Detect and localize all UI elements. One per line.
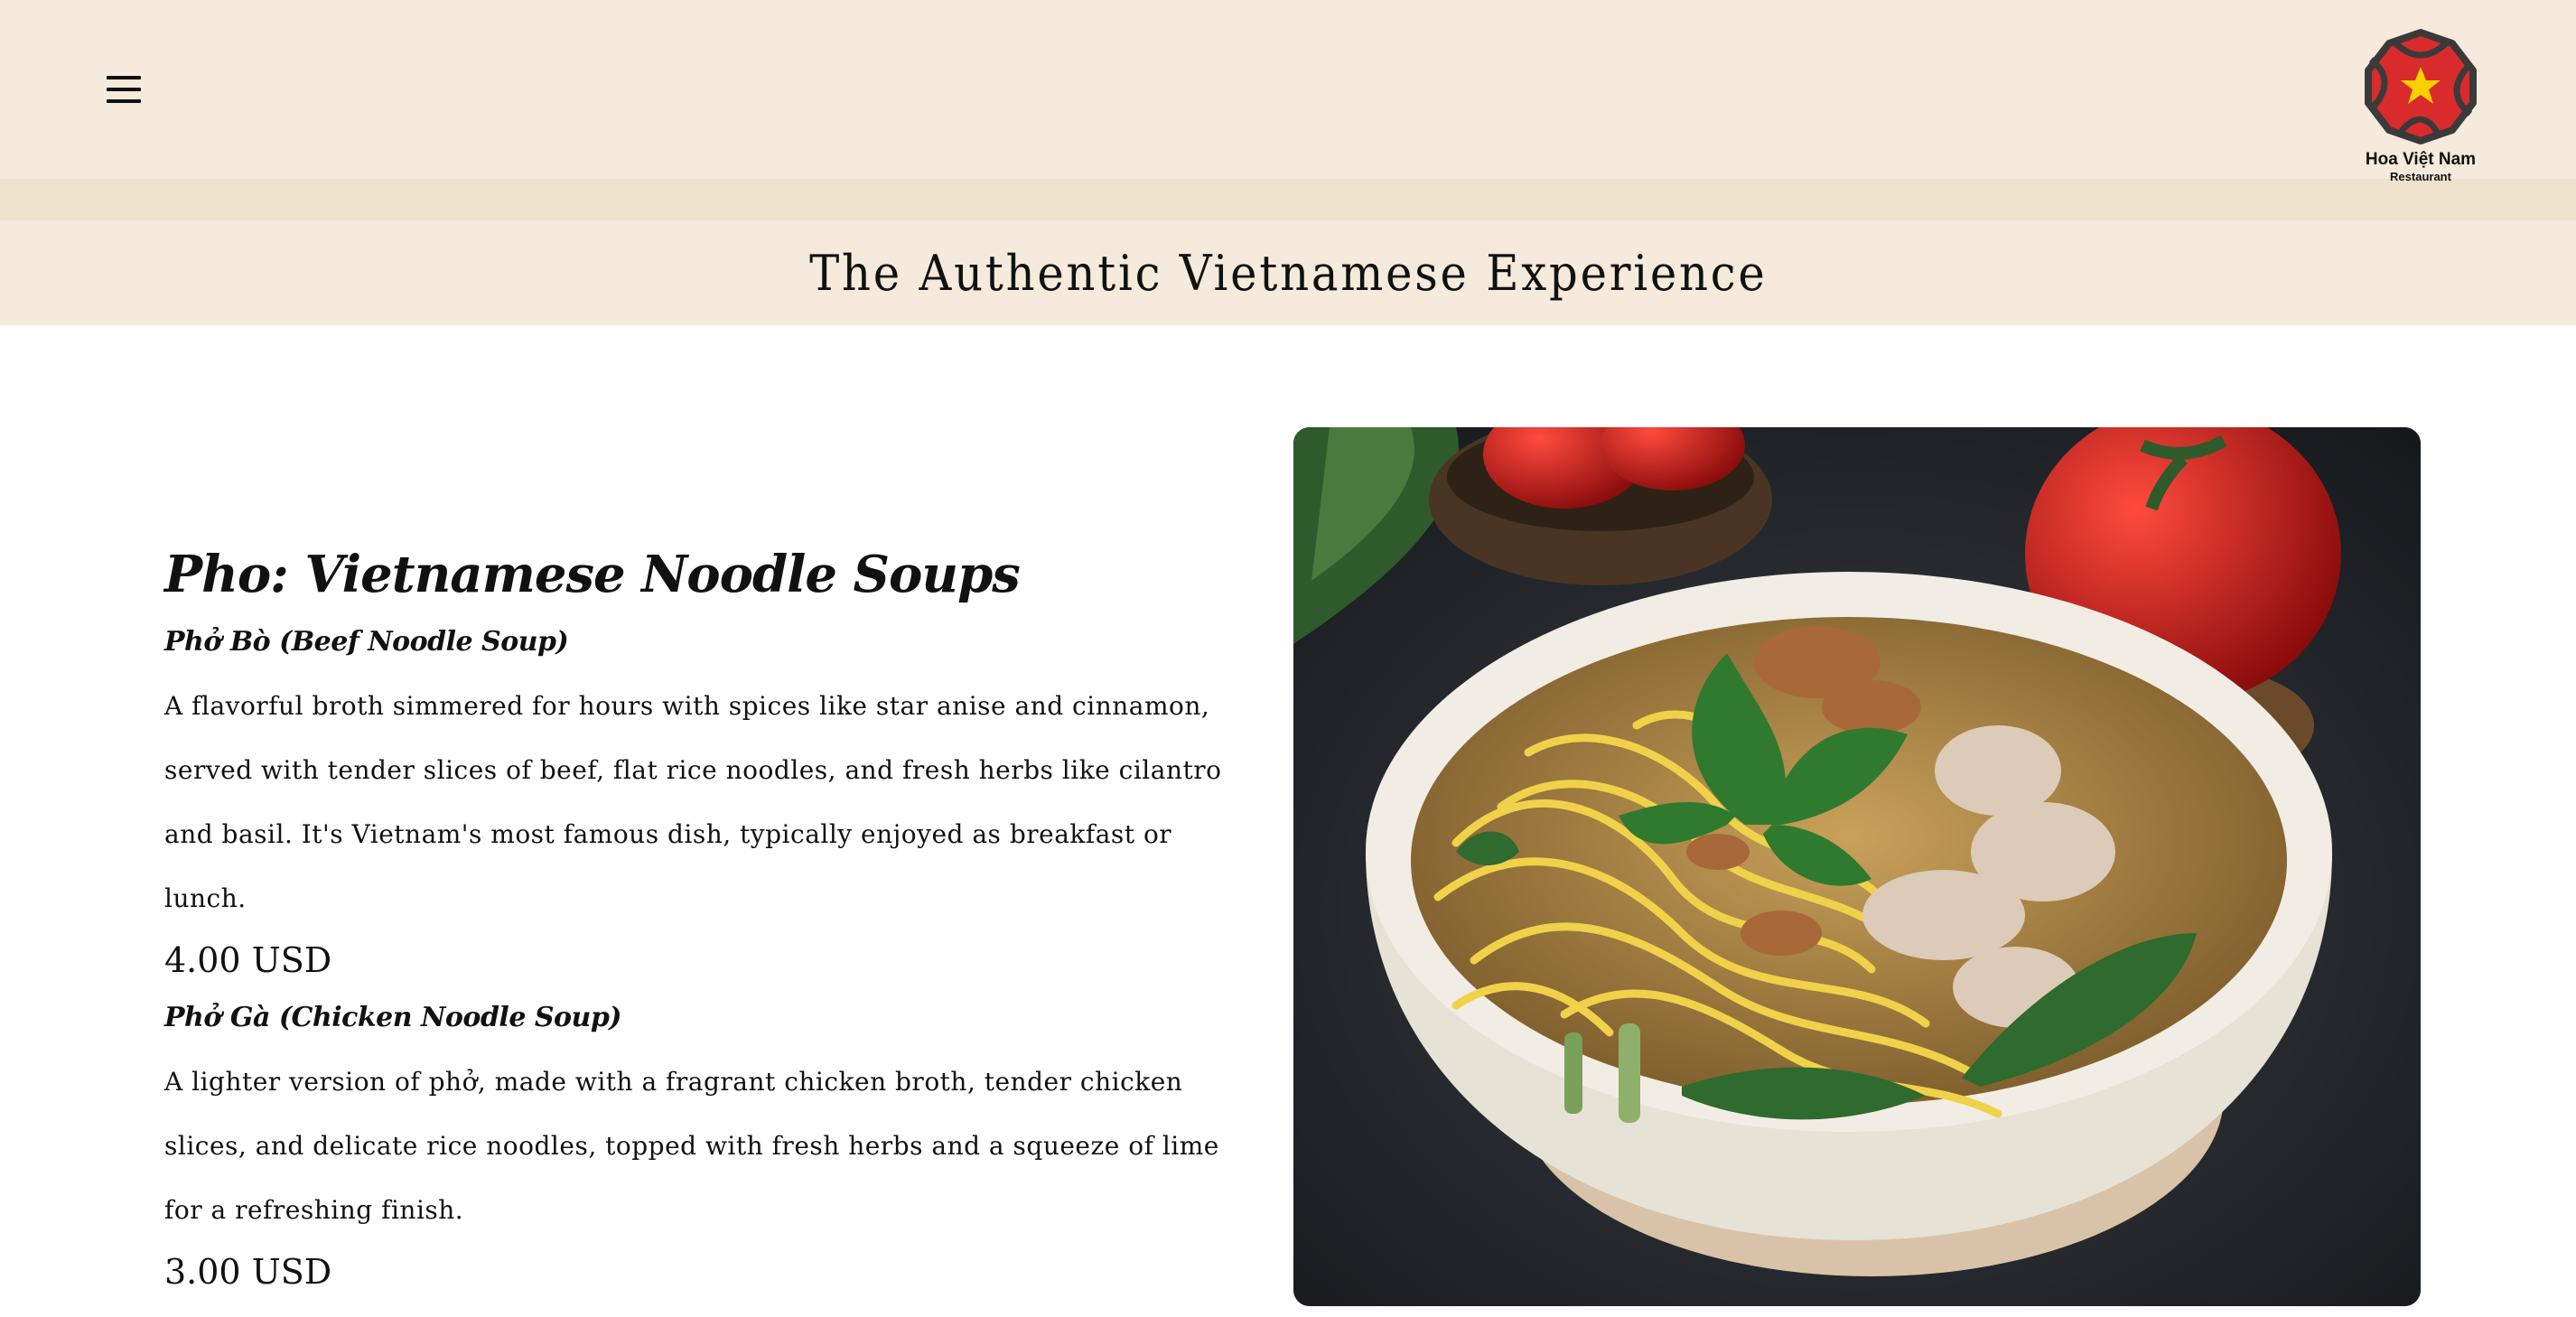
menu-section: Pho: Vietnamese Noodle Soups Phở Bò (Bee… <box>164 542 1230 1312</box>
hamburger-menu-icon[interactable] <box>107 76 141 103</box>
menu-line <box>107 76 141 79</box>
dish-item: Phở Gà (Chicken Noodle Soup) A lighter v… <box>164 1001 1230 1294</box>
logo-subtitle: Restaurant <box>2390 170 2451 183</box>
lotus-star-logo-icon <box>2365 29 2477 145</box>
pho-bowl-photo <box>1293 427 2421 1306</box>
dish-name: Phở Gà (Chicken Noodle Soup) <box>164 1002 622 1033</box>
dish-price: 4.00 USD <box>164 940 332 980</box>
dish-price: 3.00 USD <box>164 1252 332 1292</box>
dish-description: A flavorful broth simmered for hours wit… <box>164 691 1222 913</box>
noodle-soup-image <box>1293 427 2421 1306</box>
section-title: Pho: Vietnamese Noodle Soups <box>164 545 1021 604</box>
logo-name: Hoa Việt Nam <box>2365 150 2477 169</box>
dish-name: Phở Bò (Beef Noodle Soup) <box>164 626 569 658</box>
dish-description: A lighter version of phở, made with a fr… <box>164 1067 1219 1225</box>
restaurant-logo[interactable]: Hoa Việt Nam Restaurant <box>2348 25 2493 192</box>
page-title: The Authentic Vietnamese Experience <box>808 244 1768 302</box>
menu-line <box>107 99 141 103</box>
dish-item: Phở Bò (Beef Noodle Soup) A flavorful br… <box>164 625 1230 983</box>
header-divider-band <box>0 179 2576 220</box>
header-bar <box>0 0 2576 179</box>
menu-line <box>107 88 141 91</box>
title-banner: The Authentic Vietnamese Experience <box>0 220 2576 325</box>
